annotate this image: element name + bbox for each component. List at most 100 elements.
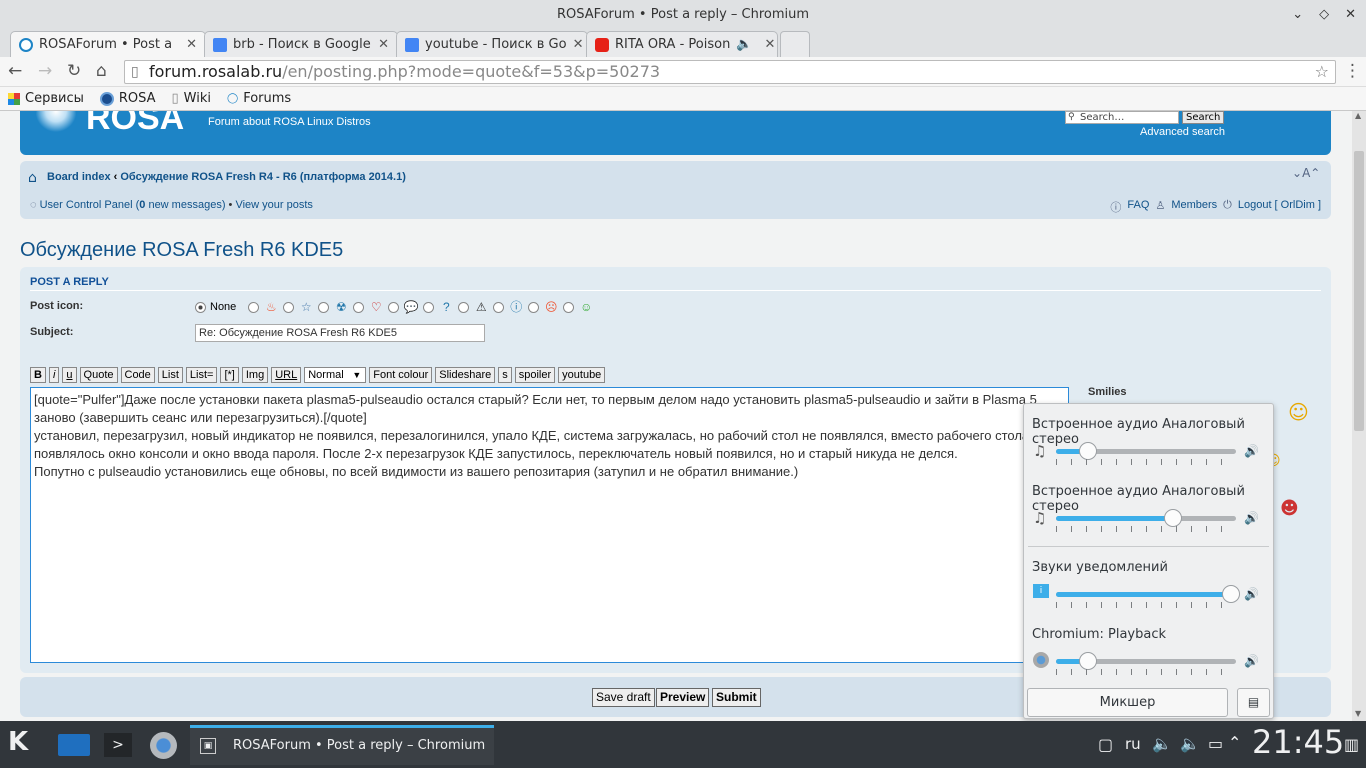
save-draft-button[interactable]: Save draft	[592, 688, 655, 707]
tab-youtube-video[interactable]: RITA ORA - Poison 🔈 ✕	[586, 31, 778, 57]
close-tab-icon[interactable]: ✕	[573, 37, 584, 52]
bookmark-forums[interactable]: ◯ Forums	[227, 91, 291, 106]
maximize-icon[interactable]: ◇	[1319, 0, 1329, 29]
font-colour-button[interactable]: Font colour	[369, 367, 433, 383]
reload-icon[interactable]: ↻	[67, 61, 81, 81]
view-posts-link[interactable]: View your posts	[235, 199, 312, 211]
bookmark-rosa[interactable]: ROSA	[99, 91, 156, 106]
preview-button[interactable]: Preview	[656, 688, 710, 707]
page-scrollbar[interactable]: ▲ ▼	[1352, 111, 1366, 721]
clock[interactable]: 21:45	[1252, 723, 1344, 761]
quote-button[interactable]: Quote	[79, 367, 118, 383]
slideshare-button[interactable]: Slideshare	[435, 367, 496, 383]
speaker-icon[interactable]: 🔊	[1244, 654, 1259, 668]
members-link[interactable]: Members	[1171, 199, 1217, 215]
smiley-icon[interactable]: ☻	[1280, 498, 1299, 519]
volume-slider[interactable]	[1056, 652, 1236, 670]
terminal-icon[interactable]: >	[104, 733, 132, 757]
close-tab-icon[interactable]: ✕	[378, 37, 389, 52]
icon-radio-none[interactable]	[195, 301, 206, 313]
icon-radio-grin[interactable]	[563, 301, 575, 313]
slider-knob[interactable]	[1164, 509, 1182, 527]
url-button[interactable]: URL	[271, 367, 302, 383]
list-button[interactable]: List	[157, 367, 183, 383]
close-icon[interactable]: ✕	[1345, 0, 1356, 29]
search-input[interactable]: ⚲ Search…	[1065, 111, 1179, 124]
slider-knob[interactable]	[1079, 652, 1098, 670]
bold-button[interactable]: B	[30, 367, 46, 383]
site-logo[interactable]: ROSA	[86, 111, 184, 138]
submit-button[interactable]: Submit	[712, 688, 761, 707]
bookmark-services[interactable]: Сервисы	[8, 91, 84, 106]
speaker-icon[interactable]: 🔊	[1244, 587, 1259, 601]
forum-link[interactable]: Обсуждение ROSA Fresh R4 - R6 (платформа…	[120, 171, 406, 183]
icon-radio-question[interactable]	[423, 301, 435, 313]
board-index-link[interactable]: Board index	[47, 171, 111, 183]
slider-knob[interactable]	[1079, 442, 1098, 460]
speaker-icon[interactable]: 🔊	[1244, 511, 1259, 525]
mail-icon[interactable]	[58, 734, 90, 756]
mixer-button[interactable]: Микшер	[1027, 688, 1228, 717]
new-tab-button[interactable]	[780, 31, 810, 57]
display-icon[interactable]: ▭	[1208, 734, 1223, 753]
icon-radio-speech[interactable]	[388, 301, 400, 313]
ucp-link[interactable]: User Control Panel (0 new messages)	[40, 199, 226, 211]
icon-radio-radioactive[interactable]	[318, 301, 330, 313]
minimize-icon[interactable]: ⌄	[1292, 0, 1303, 29]
address-bar[interactable]: ▯ forum.rosalab.ru/en/posting.php?mode=q…	[124, 60, 1336, 84]
configure-icon[interactable]: ▤	[1237, 688, 1270, 717]
logout-link[interactable]: Logout [ OrlDim ]	[1238, 199, 1321, 215]
volume-slider[interactable]	[1056, 585, 1240, 603]
page-title[interactable]: Обсуждение ROSA Fresh R6 KDE5	[20, 239, 343, 262]
tab-google-youtube[interactable]: youtube - Поиск в Go ✕	[396, 31, 588, 57]
chromium-launcher-icon[interactable]	[150, 732, 177, 759]
bookmark-star-icon[interactable]: ☆	[1315, 61, 1329, 83]
spoiler-button[interactable]: spoiler	[514, 367, 556, 383]
volume-icon[interactable]: 🔈	[1152, 734, 1172, 753]
volume-icon[interactable]: 🔈	[1180, 734, 1200, 753]
img-button[interactable]: Img	[241, 367, 269, 383]
code-button[interactable]: Code	[120, 367, 155, 383]
menu-icon[interactable]: ⋮	[1344, 61, 1361, 81]
icon-radio-heart[interactable]	[353, 301, 365, 313]
volume-slider[interactable]	[1056, 442, 1236, 460]
font-size-select[interactable]: Normal ▼	[304, 367, 367, 383]
panel-config-icon[interactable]: ▥	[1344, 735, 1359, 754]
speaker-icon[interactable]: 🔊	[1244, 444, 1259, 458]
underline-button[interactable]: u	[62, 367, 77, 383]
volume-slider[interactable]	[1056, 509, 1236, 527]
rosa-logo-icon[interactable]	[36, 111, 76, 133]
list-item-button[interactable]: [*]	[220, 367, 239, 383]
message-textarea[interactable]: [quote="Pulfer"]Даже после установки пак…	[30, 387, 1069, 663]
scroll-down-icon[interactable]: ▼	[1355, 709, 1361, 718]
tab-rosaforum[interactable]: ROSAForum • Post a ✕	[10, 31, 206, 57]
home-icon[interactable]: ⌂	[96, 61, 107, 81]
keyboard-layout[interactable]: ru	[1125, 735, 1141, 753]
tab-google-brb[interactable]: brb - Поиск в Google ✕	[204, 31, 398, 57]
icon-radio-mad[interactable]	[528, 301, 540, 313]
bookmark-wiki[interactable]: ▯ Wiki	[172, 91, 211, 106]
close-tab-icon[interactable]: ✕	[765, 37, 776, 52]
icon-radio-star[interactable]	[283, 301, 295, 313]
close-tab-icon[interactable]: ✕	[186, 37, 197, 52]
subject-input[interactable]: Re: Обсуждение ROSA Fresh R6 KDE5	[195, 324, 485, 342]
advanced-search-link[interactable]: Advanced search	[1140, 126, 1225, 138]
search-button[interactable]: Search	[1182, 111, 1225, 124]
back-icon[interactable]: ←	[8, 61, 22, 81]
font-size-change[interactable]: ⌄A⌃	[1292, 166, 1320, 180]
audio-playing-icon[interactable]: 🔈	[736, 37, 752, 52]
window-titlebar[interactable]: ROSAForum • Post a reply – Chromium ⌄ ◇ …	[0, 0, 1366, 29]
icon-radio-warning[interactable]	[458, 301, 470, 313]
strike-button[interactable]: s	[498, 367, 512, 383]
slider-knob[interactable]	[1221, 585, 1240, 603]
scroll-up-icon[interactable]: ▲	[1355, 111, 1361, 120]
faq-link[interactable]: FAQ	[1127, 199, 1149, 215]
tray-expand-icon[interactable]: ⌃	[1228, 733, 1241, 752]
clipboard-icon[interactable]: ▢	[1098, 735, 1113, 754]
smiley-icon[interactable]: ☺	[1288, 400, 1309, 424]
forward-icon[interactable]: →	[38, 61, 52, 81]
icon-radio-info[interactable]	[493, 301, 505, 313]
scrollbar-thumb[interactable]	[1354, 151, 1364, 431]
youtube-button[interactable]: youtube	[558, 367, 606, 383]
kde-launcher-icon[interactable]: K	[8, 727, 28, 757]
